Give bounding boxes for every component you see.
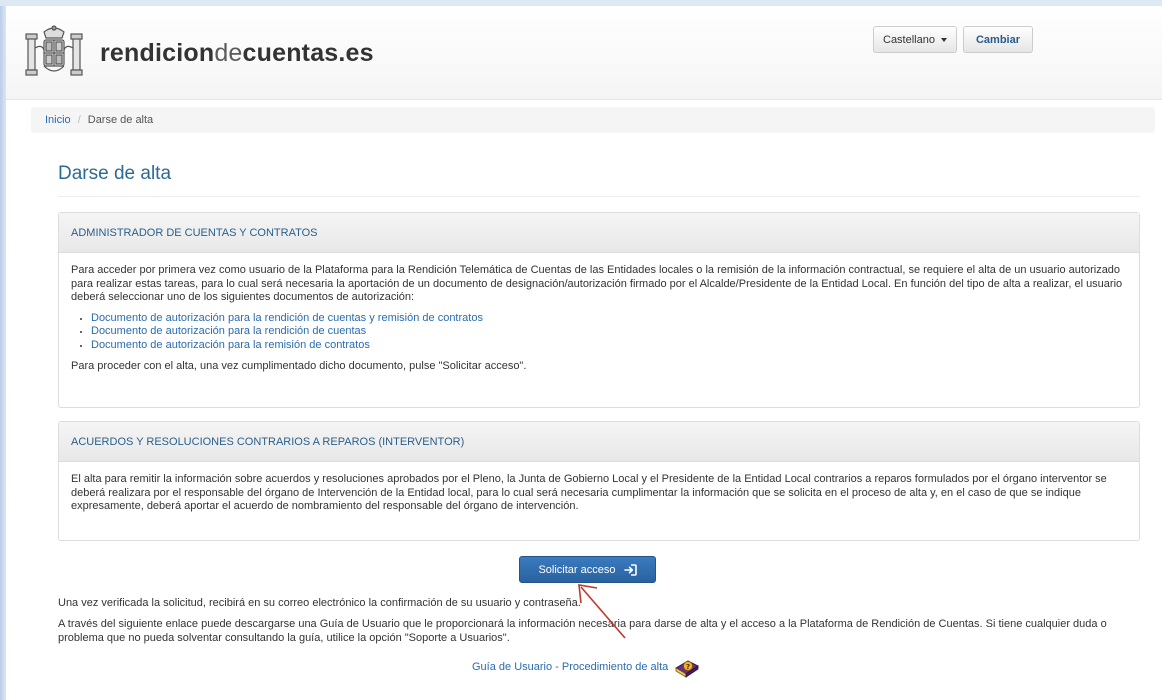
site-name: rendiciondecuentas.es <box>100 38 374 67</box>
site-name-part2: de <box>214 38 243 67</box>
change-language-button[interactable]: Cambiar <box>962 26 1034 53</box>
doc-link-cuentas[interactable]: Documento de autorización para la rendic… <box>91 325 366 337</box>
verification-paragraph: Una vez verificada la solicitud, recibir… <box>58 597 581 609</box>
site-name-part3: cuentas.es <box>242 38 374 67</box>
user-guide-link[interactable]: Guía de Usuario - Procedimiento de alta <box>472 661 668 673</box>
list-item: Documento de autorización para la rendic… <box>91 325 1127 339</box>
acuerdos-panel: ACUERDOS Y RESOLUCIONES CONTRARIOS A REP… <box>58 421 1140 541</box>
admin-panel-closing: Para proceder con el alta, una vez cumpl… <box>71 359 527 372</box>
breadcrumb: Inicio / Darse de alta <box>31 107 1155 133</box>
caret-down-icon <box>940 37 947 42</box>
site-header: rendiciondecuentas.es Castellano Cambiar <box>6 6 1162 100</box>
title-divider <box>58 196 1140 197</box>
site-name-part1: rendicion <box>100 38 215 67</box>
language-dropdown-label: Castellano <box>883 33 935 46</box>
help-book-icon[interactable]: ? <box>674 656 700 678</box>
admin-panel-intro: Para acceder por primera vez como usuari… <box>71 264 1123 304</box>
breadcrumb-home-link[interactable]: Inicio <box>45 114 71 126</box>
breadcrumb-current: Darse de alta <box>87 114 154 126</box>
site-logo[interactable]: rendiciondecuentas.es <box>22 24 374 82</box>
acuerdos-panel-body: El alta para remitir la información sobr… <box>59 462 1139 514</box>
language-dropdown[interactable]: Castellano <box>873 26 957 53</box>
sign-in-icon <box>623 563 637 576</box>
admin-panel-heading: ADMINISTRADOR DE CUENTAS Y CONTRATOS <box>59 213 1139 253</box>
solicitar-acceso-button[interactable]: Solicitar acceso <box>519 556 656 583</box>
acuerdos-panel-text: El alta para remitir la información sobr… <box>71 473 1107 513</box>
admin-panel: ADMINISTRADOR DE CUENTAS Y CONTRATOS Par… <box>58 212 1140 408</box>
breadcrumb-separator: / <box>77 114 81 126</box>
solicitar-acceso-label: Solicitar acceso <box>538 563 616 576</box>
list-item: Documento de autorización para la rendic… <box>91 312 1127 326</box>
admin-panel-body: Para acceder por primera vez como usuari… <box>59 253 1139 373</box>
authorization-doc-list: Documento de autorización para la rendic… <box>91 312 1127 353</box>
acuerdos-panel-heading: ACUERDOS Y RESOLUCIONES CONTRARIOS A REP… <box>59 422 1139 462</box>
spain-coat-of-arms-icon <box>25 25 83 76</box>
doc-link-contratos[interactable]: Documento de autorización para la remisi… <box>91 339 370 351</box>
left-edge-strip <box>0 0 6 700</box>
language-selector: Castellano Cambiar <box>873 26 1034 53</box>
svg-text:?: ? <box>686 663 690 671</box>
doc-link-cuentas-contratos[interactable]: Documento de autorización para la rendic… <box>91 312 483 324</box>
user-guide: Guía de Usuario - Procedimiento de alta … <box>472 656 700 678</box>
page-title: Darse de alta <box>58 163 172 184</box>
list-item: Documento de autorización para la remisi… <box>91 339 1127 353</box>
guide-paragraph: A través del siguiente enlace puede desc… <box>58 618 1107 644</box>
